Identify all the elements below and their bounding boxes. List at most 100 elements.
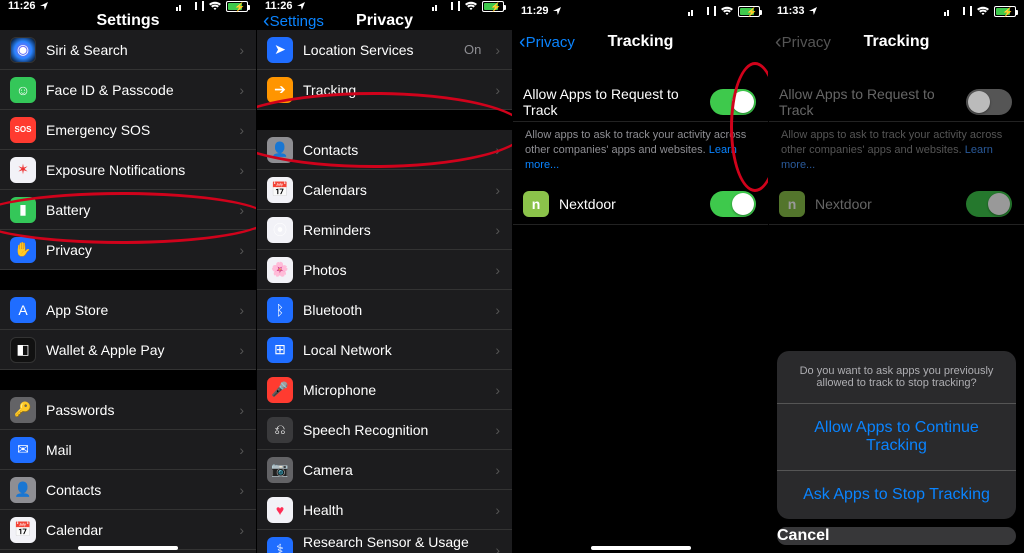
contacts-icon: 👤 (267, 137, 293, 163)
wifi-icon (976, 6, 990, 16)
sheet-cancel[interactable]: Cancel (777, 527, 1016, 545)
toggle-app-nextdoor[interactable] (710, 191, 756, 217)
calendars-icon: 📅 (267, 177, 293, 203)
research-icon: ⚕ (267, 537, 293, 553)
chevron-right-icon: › (495, 502, 500, 518)
row-label: Exposure Notifications (46, 162, 229, 178)
row-label: Wallet & Apple Pay (46, 342, 229, 358)
row-tracking[interactable]: ➔Tracking› (257, 70, 512, 110)
row-health[interactable]: ♥Health› (257, 490, 512, 530)
row-appstore[interactable]: AApp Store› (0, 290, 256, 330)
back-button[interactable]: ‹Settings (263, 11, 324, 31)
wifi-icon (464, 1, 478, 11)
wallet-icon: ◧ (10, 337, 36, 363)
row-label: Calendar (46, 522, 229, 538)
chevron-right-icon: › (239, 482, 244, 498)
health-icon: ♥ (267, 497, 293, 523)
nav-bar: ‹Privacy Tracking (513, 22, 768, 62)
row-passwords[interactable]: 🔑Passwords› (0, 390, 256, 430)
chevron-right-icon: › (239, 402, 244, 418)
row-label: Photos (303, 262, 485, 278)
chevron-right-icon: › (495, 182, 500, 198)
sheet-option-stop[interactable]: Ask Apps to Stop Tracking (777, 471, 1016, 519)
chevron-right-icon: › (495, 82, 500, 98)
row-value: On (464, 42, 481, 57)
back-label: Privacy (526, 34, 575, 51)
location-arrow-icon (297, 2, 305, 10)
row-mail[interactable]: ✉Mail› (0, 430, 256, 470)
row-label: Contacts (46, 482, 229, 498)
nav-bar: Settings (0, 12, 256, 30)
row-contacts[interactable]: 👤Contacts› (257, 130, 512, 170)
row-label: Speech Recognition (303, 422, 485, 438)
row-label: Mail (46, 442, 229, 458)
row-app-nextdoor[interactable]: n Nextdoor (513, 185, 768, 225)
faceid-icon: ☺ (10, 77, 36, 103)
row-contacts[interactable]: 👤Contacts› (0, 470, 256, 510)
sheet-option-continue[interactable]: Allow Apps to Continue Tracking (777, 404, 1016, 471)
row-reminders[interactable]: ⦿Reminders› (257, 210, 512, 250)
row-label: Reminders (303, 222, 485, 238)
pane-privacy: 11:26 ⚡ ‹Settings Privacy ➤Location Serv… (256, 0, 512, 553)
localnet-icon: ⊞ (267, 337, 293, 363)
status-bar: 11:33 ⚡ (769, 0, 1024, 22)
row-microphone[interactable]: 🎤Microphone› (257, 370, 512, 410)
chevron-right-icon: › (239, 82, 244, 98)
sheet-cancel-group: Cancel (777, 527, 1016, 545)
row-exposure[interactable]: ✶Exposure Notifications› (0, 150, 256, 190)
row-label: Allow Apps to Request to Track (523, 86, 700, 118)
row-faceid[interactable]: ☺Face ID & Passcode› (0, 70, 256, 110)
pane-settings: 11:26 ⚡ Settings ◉ Siri & Search › ☺Face I… (0, 0, 256, 553)
nav-title: Tracking (608, 33, 674, 51)
row-label: Nextdoor (559, 196, 700, 212)
row-localnet[interactable]: ⊞Local Network› (257, 330, 512, 370)
row-calendar[interactable]: 📅Calendar› (0, 510, 256, 550)
row-sos[interactable]: SOSEmergency SOS› (0, 110, 256, 150)
row-bluetooth[interactable]: ᛒBluetooth› (257, 290, 512, 330)
siri-icon: ◉ (10, 37, 36, 63)
signal-icon (176, 1, 190, 11)
chevron-right-icon: › (239, 122, 244, 138)
row-photos[interactable]: 🌸Photos› (257, 250, 512, 290)
toggle-allow-tracking[interactable] (710, 89, 756, 115)
row-location[interactable]: ➤Location ServicesOn› (257, 30, 512, 70)
privacy-list: ➤Location ServicesOn› ➔Tracking› 👤Contac… (257, 30, 512, 553)
signal-icon (944, 6, 958, 16)
chevron-right-icon: › (495, 542, 500, 553)
reminders-icon: ⦿ (267, 217, 293, 243)
row-label: Nextdoor (815, 196, 956, 212)
status-bar: 11:26 ⚡ (0, 0, 256, 12)
wifi-icon (208, 1, 222, 11)
chevron-right-icon: › (239, 442, 244, 458)
row-siri[interactable]: ◉ Siri & Search › (0, 30, 256, 70)
row-research[interactable]: ⚕Research Sensor & Usage Data› (257, 530, 512, 553)
row-battery[interactable]: ▮Battery› (0, 190, 256, 230)
tracking-description: Allow apps to ask to track your activity… (769, 122, 1024, 185)
sheet-message: Do you want to ask apps you previously a… (777, 351, 1016, 404)
row-label: Calendars (303, 182, 485, 198)
row-allow-tracking[interactable]: Allow Apps to Request to Track (513, 82, 768, 122)
bluetooth-icon: ᛒ (267, 297, 293, 323)
row-speech[interactable]: ⎌Speech Recognition› (257, 410, 512, 450)
location-arrow-icon (40, 2, 48, 10)
sos-icon: SOS (10, 117, 36, 143)
chevron-right-icon: › (239, 42, 244, 58)
nav-title: Privacy (356, 12, 413, 30)
row-privacy[interactable]: ✋Privacy› (0, 230, 256, 270)
back-button[interactable]: ‹Privacy (519, 32, 575, 52)
chevron-right-icon: › (495, 42, 500, 58)
row-label: Siri & Search (46, 42, 229, 58)
row-label: Privacy (46, 242, 229, 258)
status-time: 11:33 (777, 5, 805, 17)
row-wallet[interactable]: ◧Wallet & Apple Pay› (0, 330, 256, 370)
settings-list: ◉ Siri & Search › ☺Face ID & Passcode› SOS… (0, 30, 256, 553)
row-calendars[interactable]: 📅 Calendars › (257, 170, 512, 210)
status-bar: 11:29 ⚡ (513, 0, 768, 22)
status-time: 11:26 (8, 0, 36, 12)
location-arrow-icon (809, 7, 817, 15)
row-allow-tracking: Allow Apps to Request to Track (769, 82, 1024, 122)
chevron-left-icon: ‹ (519, 32, 526, 52)
row-camera[interactable]: 📷Camera› (257, 450, 512, 490)
row-label: Allow Apps to Request to Track (779, 86, 956, 118)
row-label: Local Network (303, 342, 485, 358)
